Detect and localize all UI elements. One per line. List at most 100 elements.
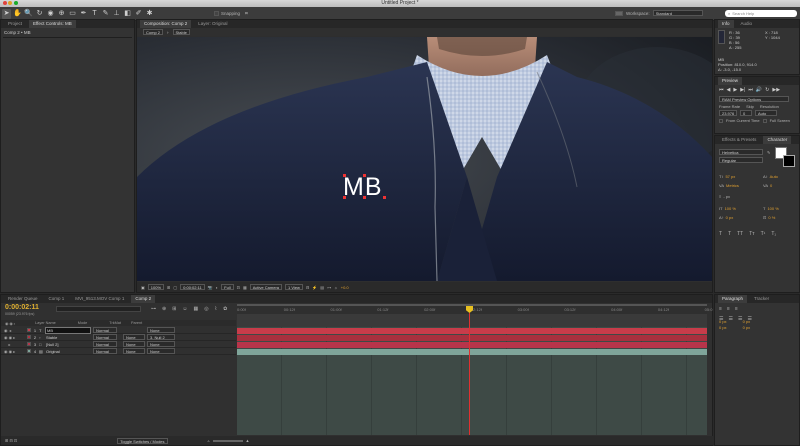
tab-comp-2[interactable]: Comp 2 <box>131 295 156 303</box>
type-tool-icon[interactable]: T <box>90 9 99 19</box>
brainstorm-icon[interactable]: ✿ <box>223 306 227 312</box>
tab-comp-1[interactable]: Comp 1 <box>45 295 69 303</box>
zoom-select[interactable]: 100% <box>147 284 165 290</box>
timeline-timecode[interactable]: 0:00:02:11 <box>5 304 39 311</box>
stroke-width-value[interactable]: - px <box>723 194 730 199</box>
tsume-value[interactable]: 0 % <box>768 215 775 220</box>
layer-trkmat-select[interactable]: None <box>123 348 145 354</box>
eyedropper-icon[interactable]: ✎ <box>767 150 770 155</box>
search-help-field[interactable]: ⌕ Search Help <box>725 10 797 17</box>
always-preview-icon[interactable]: ▣ <box>141 285 145 290</box>
table-row[interactable]: ◉ ◉ ▸ 4 ▤ Original Normal None None <box>1 348 236 355</box>
font-family-select[interactable]: Helvetica <box>719 149 763 155</box>
kerning-value[interactable]: Metrics <box>726 183 739 188</box>
space-before-value[interactable]: 0 px <box>719 325 727 331</box>
tab-effect-controls[interactable]: Effect Controls: MB <box>29 20 76 28</box>
pan-behind-tool-icon[interactable]: ⊕ <box>57 9 66 19</box>
camera-select[interactable]: Active Camera <box>249 284 282 290</box>
layer-visibility-icon[interactable]: ◉ ▸ <box>1 328 27 333</box>
playhead-line[interactable] <box>469 313 470 435</box>
ram-preview-icon[interactable]: ▶▶ <box>772 87 780 93</box>
eraser-tool-icon[interactable]: ◧ <box>123 9 132 19</box>
resolution-select[interactable]: Full <box>221 284 234 290</box>
layer-bar-mb[interactable] <box>237 328 707 334</box>
tab-info[interactable]: Info <box>718 20 734 28</box>
current-time-display[interactable]: 0:00:02:11 <box>180 284 205 290</box>
baseline-shift-value[interactable]: 0 px <box>726 215 734 220</box>
play-icon[interactable]: ▶︎ <box>733 87 737 93</box>
layer-trkmat-select[interactable]: None <box>123 334 145 340</box>
stroke-color-swatch[interactable] <box>783 155 795 167</box>
draft-3d-icon[interactable]: ⊕ <box>162 306 166 312</box>
frame-blending-icon[interactable]: ▦ <box>194 306 199 312</box>
pen-tool-icon[interactable]: ✒ <box>79 9 88 19</box>
first-frame-icon[interactable]: ⏮ <box>719 87 724 93</box>
flowchart-icon[interactable]: ⊶ <box>327 285 331 290</box>
tab-layer[interactable]: Layer: Original <box>194 20 231 28</box>
rotate-tool-icon[interactable]: ↻ <box>35 9 44 19</box>
comp-flowchart-icon[interactable]: ⊞ <box>172 306 176 312</box>
loop-icon[interactable]: ↻ <box>765 87 769 93</box>
timeline-zoom-slider[interactable] <box>212 439 243 442</box>
motion-blur-icon[interactable]: ◎ <box>204 306 208 312</box>
layer-bar-null-2[interactable] <box>237 342 707 348</box>
layer-name[interactable]: [Null 2] <box>45 342 91 347</box>
resolution-select-preview[interactable]: Auto <box>755 110 777 116</box>
zoom-in-icon[interactable]: ▲ <box>246 438 250 443</box>
table-row[interactable]: ◉ ▸ 1 T MB Normal None <box>1 326 236 334</box>
exposure-value[interactable]: +0.0 <box>341 285 349 290</box>
align-center-icon[interactable]: ≡ <box>727 306 730 312</box>
region-of-interest-icon[interactable]: ⊡ <box>237 285 240 290</box>
comp-breadcrumb-stable[interactable]: Stable <box>172 29 190 35</box>
transparency-grid-icon[interactable]: ▦ <box>243 285 247 290</box>
column-layer-name[interactable]: Layer Name <box>35 321 56 325</box>
align-left-icon[interactable]: ≡ <box>719 306 722 312</box>
rectangle-tool-icon[interactable]: ▭ <box>68 9 77 19</box>
tracking-value[interactable]: 0 <box>770 183 772 188</box>
timeline-tracks-area[interactable]: 0:00f 00:12f 01:00f 01:12f 02:00f 02:12f 03:00… <box>237 304 712 435</box>
puppet-tool-icon[interactable]: ✱ <box>145 9 154 19</box>
vertical-scale-value[interactable]: 100 % <box>725 206 736 211</box>
mask-visibility-icon[interactable]: ▢ <box>173 285 177 290</box>
work-area-bar[interactable] <box>237 304 707 306</box>
comp-breadcrumb-comp2[interactable]: Comp 2 <box>143 29 164 35</box>
tab-render-queue[interactable]: Render Queue <box>4 295 42 303</box>
layer-mode-select[interactable]: Normal <box>93 327 117 333</box>
bounding-handle[interactable] <box>343 174 346 177</box>
small-caps-icon[interactable]: Tᴛ <box>749 231 754 237</box>
toggle-pixel-icon[interactable]: ⊟ <box>306 285 309 290</box>
previous-frame-icon[interactable]: ◀︎ <box>727 87 731 93</box>
tab-audio[interactable]: Audio <box>737 20 757 28</box>
snapshot-icon[interactable]: 📷 <box>208 285 213 290</box>
view-layout-select[interactable]: 1 View <box>285 284 303 290</box>
ram-preview-options-select[interactable]: RAM Preview Options <box>719 96 789 102</box>
color-channel-icon[interactable]: ◐ <box>216 285 218 290</box>
full-screen-checkbox[interactable] <box>762 118 767 123</box>
expand-collapse-icon[interactable]: ⊞ ⊟ ⊡ <box>5 438 17 443</box>
column-parent[interactable]: Parent <box>131 321 142 325</box>
tab-character[interactable]: Character <box>763 136 792 144</box>
hand-tool-icon[interactable]: ✋ <box>13 9 22 19</box>
layer-mode-select[interactable]: Normal <box>93 341 117 347</box>
brush-tool-icon[interactable]: ✎ <box>101 9 110 19</box>
column-trkmat[interactable]: TrkMat <box>109 321 121 325</box>
camera-tool-icon[interactable]: ◉ <box>46 9 55 19</box>
layer-mode-select[interactable]: Normal <box>93 348 117 354</box>
next-frame-icon[interactable]: ▶︎| <box>740 87 745 93</box>
from-current-time-checkbox[interactable] <box>719 118 723 123</box>
layer-mode-select[interactable]: Normal <box>93 334 117 340</box>
align-right-icon[interactable]: ≡ <box>735 306 738 312</box>
leading-value[interactable]: Auto <box>770 174 778 179</box>
tab-mvi-comp-1[interactable]: MVI_9513.MOV Comp 1 <box>71 295 128 303</box>
column-mode[interactable]: Mode <box>78 321 88 325</box>
layer-bar-stable[interactable] <box>237 335 707 341</box>
zoom-tool-icon[interactable]: 🔍 <box>24 9 33 19</box>
frame-rate-select[interactable]: 23.976 <box>719 110 737 116</box>
zoom-out-icon[interactable]: ▵ <box>208 438 210 443</box>
snapping-checkbox[interactable] <box>214 11 219 16</box>
bounding-handle[interactable] <box>363 196 366 199</box>
faux-italic-icon[interactable]: T <box>728 231 731 237</box>
last-frame-icon[interactable]: ⏭ <box>748 87 753 93</box>
snapping-options-icon[interactable]: ⌗ <box>245 11 248 17</box>
toggle-switches-modes-button[interactable]: Toggle Switches / Modes <box>117 437 168 444</box>
